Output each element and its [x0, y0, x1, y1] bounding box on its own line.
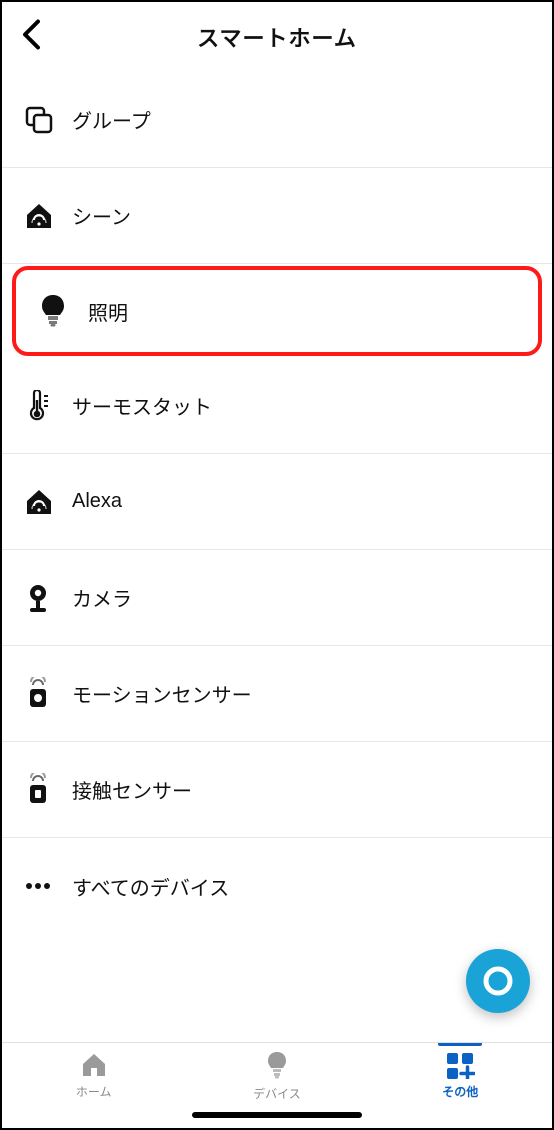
menu-item-groups[interactable]: グループ: [2, 72, 552, 168]
menu-item-lights[interactable]: 照明: [12, 266, 542, 356]
menu-item-label: モーションセンサー: [72, 679, 252, 708]
bottom-nav-label: デバイス: [253, 1085, 301, 1102]
bottom-nav-label: その他: [442, 1083, 478, 1100]
menu-item-camera[interactable]: カメラ: [2, 550, 552, 646]
device-bulb-icon: [266, 1051, 288, 1081]
menu-item-label: 照明: [88, 297, 128, 326]
home-icon: [79, 1051, 109, 1079]
bottom-nav-label: ホーム: [76, 1083, 112, 1100]
menu-item-motion[interactable]: モーションセンサー: [2, 646, 552, 742]
menu-item-label: Alexa: [72, 490, 122, 513]
menu-item-label: グループ: [72, 105, 151, 134]
groups-icon: [24, 105, 72, 135]
chevron-left-icon: [20, 19, 42, 51]
menu-item-label: シーン: [72, 201, 131, 230]
motion-sensor-icon: [24, 677, 72, 711]
alexa-ring-icon: [480, 963, 516, 999]
page-title: スマートホーム: [197, 21, 357, 53]
home-indicator: [192, 1112, 362, 1118]
menu-item-label: 接触センサー: [72, 775, 192, 804]
more-icon: [24, 881, 72, 891]
screen: スマートホーム グループ シーン 照明 サーモスタット: [0, 0, 554, 1130]
menu-item-scenes[interactable]: シーン: [2, 168, 552, 264]
menu-item-alexa[interactable]: Alexa: [2, 454, 552, 550]
scene-icon: [24, 202, 72, 230]
camera-icon: [24, 582, 72, 614]
bottom-nav-devices[interactable]: デバイス: [217, 1051, 337, 1102]
bottom-nav-other[interactable]: その他: [400, 1051, 520, 1100]
thermometer-icon: [24, 390, 72, 422]
back-button[interactable]: [20, 19, 42, 56]
alexa-home-icon: [24, 488, 72, 516]
grid-plus-icon: [445, 1051, 475, 1079]
menu-item-contact[interactable]: 接触センサー: [2, 742, 552, 838]
menu-list: グループ シーン 照明 サーモスタット Alexa: [2, 72, 552, 1042]
menu-item-all-devices[interactable]: すべてのデバイス: [2, 838, 552, 934]
bulb-icon: [40, 294, 88, 328]
contact-sensor-icon: [24, 773, 72, 807]
menu-item-label: カメラ: [72, 583, 132, 612]
menu-item-thermostat[interactable]: サーモスタット: [2, 358, 552, 454]
menu-item-label: サーモスタット: [72, 391, 212, 420]
active-indicator: [438, 1043, 482, 1046]
bottom-nav-home[interactable]: ホーム: [34, 1051, 154, 1100]
header: スマートホーム: [2, 2, 552, 72]
alexa-voice-button[interactable]: [466, 949, 530, 1013]
menu-item-label: すべてのデバイス: [72, 872, 229, 901]
